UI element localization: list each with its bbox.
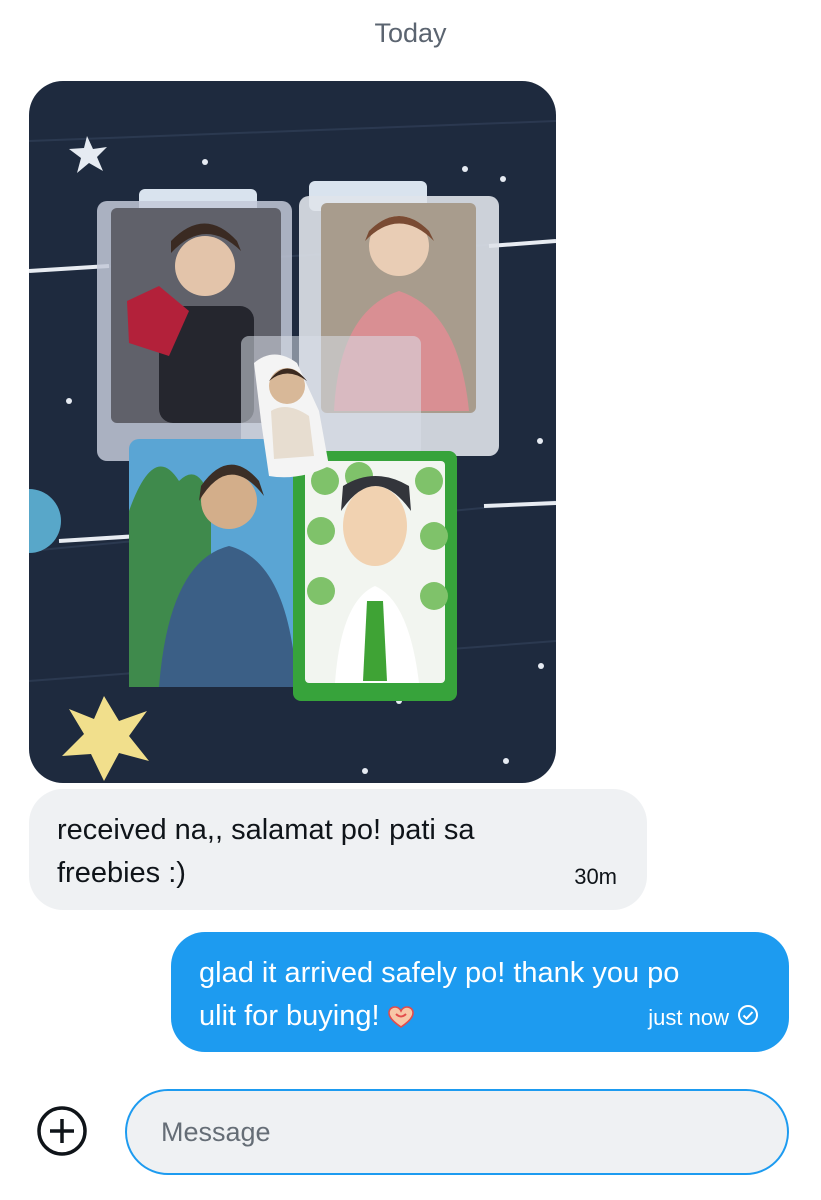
incoming-message-time: 30m: [574, 864, 617, 889]
outgoing-message-content: glad it arrived safely po! thank you po …: [199, 952, 719, 1043]
heart-hands-emoji: [386, 1000, 416, 1043]
plus-circle-icon[interactable]: [36, 1105, 88, 1157]
message-input[interactable]: [159, 1115, 763, 1149]
message-image[interactable]: [29, 81, 556, 783]
incoming-message-bubble[interactable]: received na,, salamat po! pati sa freebi…: [29, 789, 647, 910]
date-separator: Today: [374, 18, 447, 48]
outgoing-message-status: just now: [648, 1004, 759, 1032]
message-composer[interactable]: [125, 1089, 789, 1175]
outgoing-message-time: just now: [648, 1005, 729, 1030]
outgoing-message-bubble[interactable]: glad it arrived safely po! thank you po …: [171, 932, 789, 1052]
outgoing-message-text: glad it arrived safely po! thank you po …: [199, 957, 680, 1032]
seen-check-icon: [737, 1004, 759, 1032]
incoming-message-text: received na,, salamat po! pati sa freebi…: [57, 814, 475, 889]
